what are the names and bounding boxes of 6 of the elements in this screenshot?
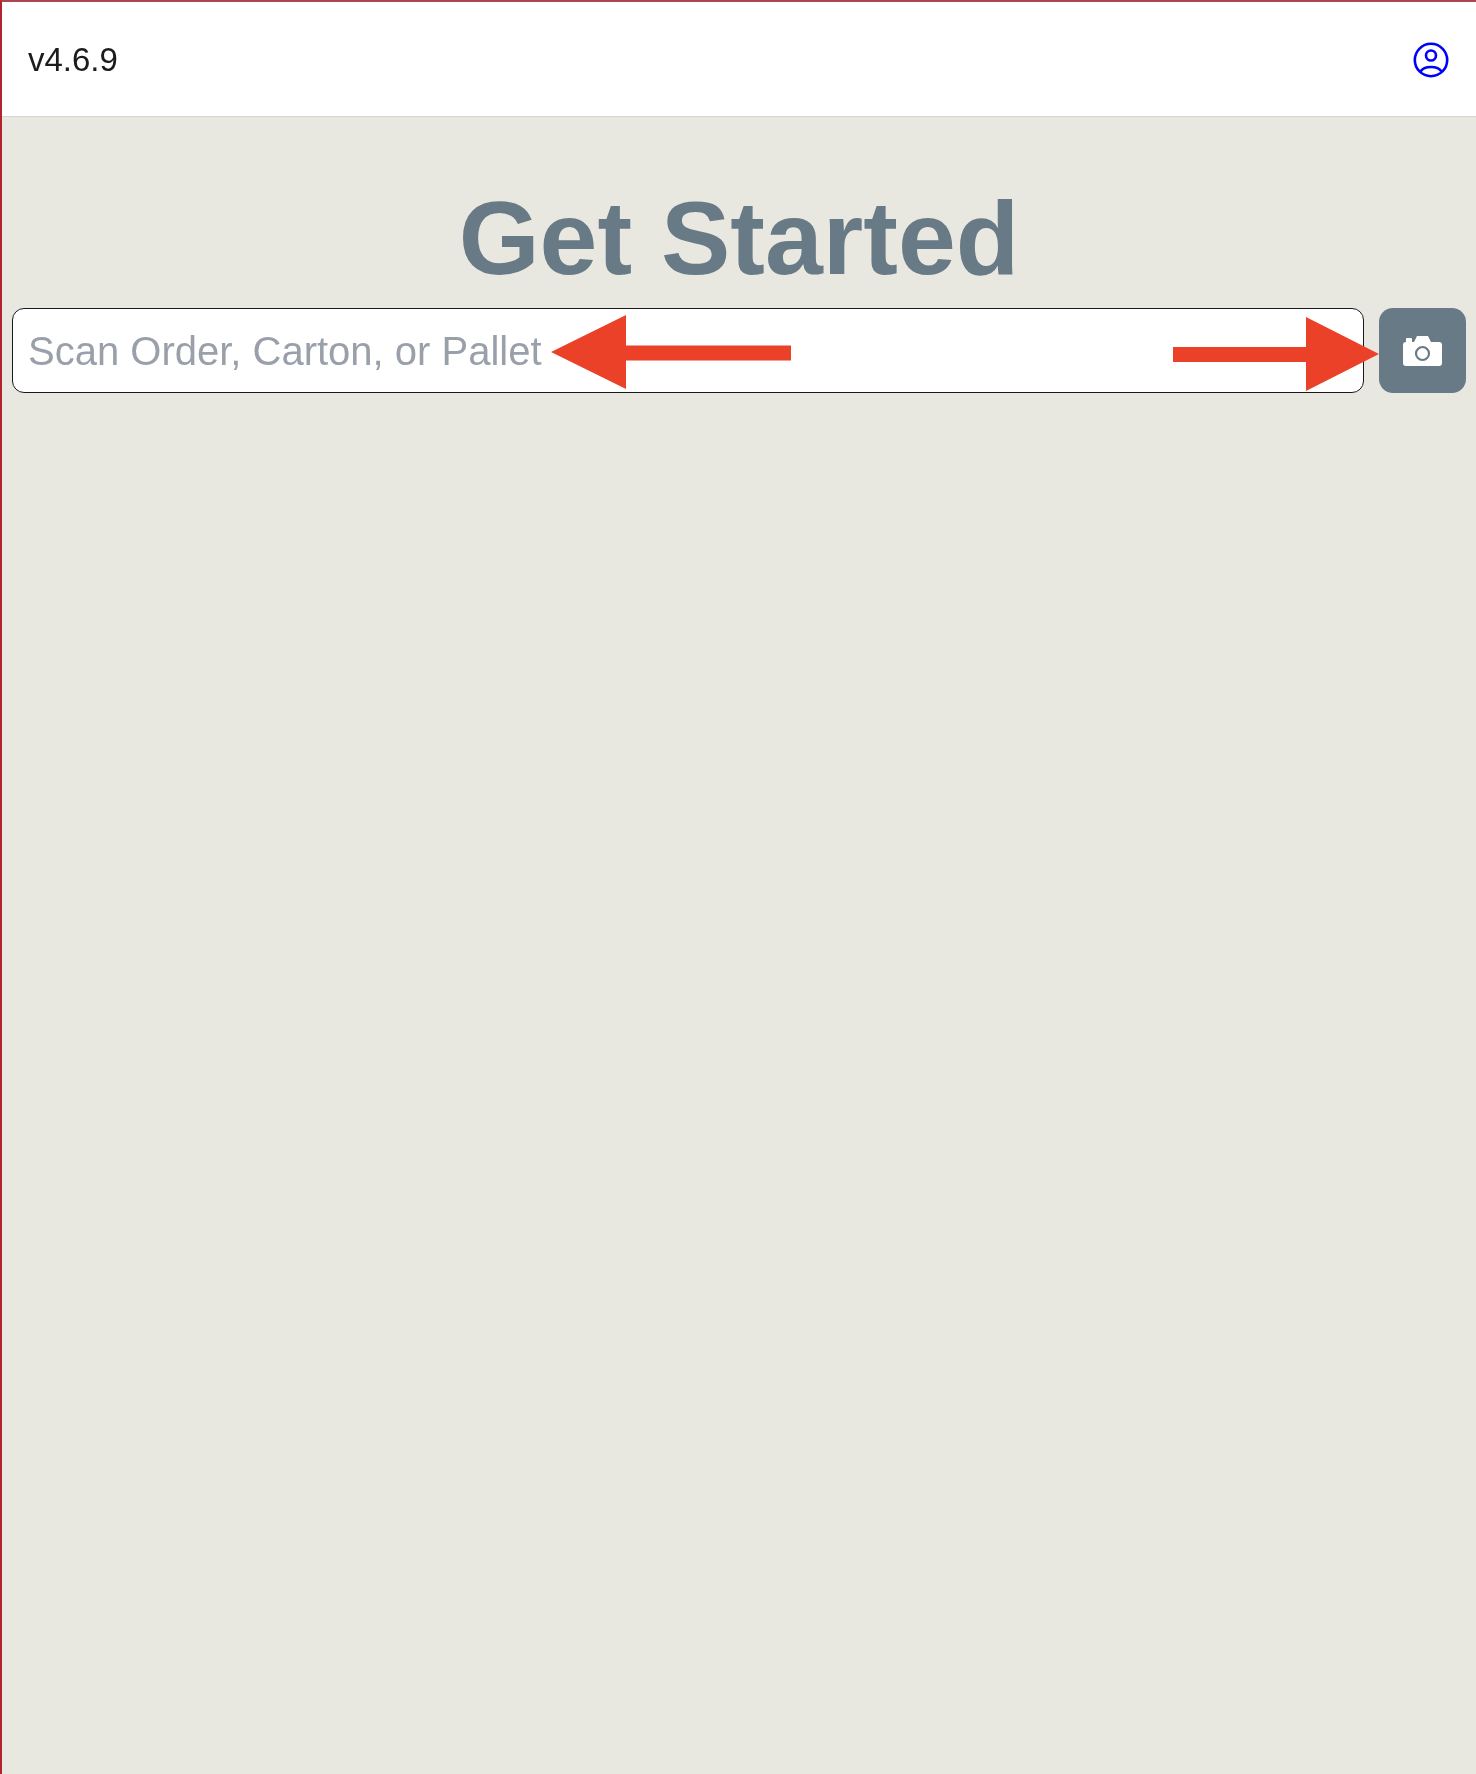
- camera-icon: [1403, 335, 1442, 366]
- scan-input-field[interactable]: Scan Order, Carton, or Pallet: [12, 308, 1364, 393]
- page-title: Get Started: [458, 186, 1020, 290]
- camera-button[interactable]: [1379, 308, 1466, 393]
- user-profile-icon[interactable]: [1413, 42, 1449, 78]
- version-label: v4.6.9: [28, 40, 118, 80]
